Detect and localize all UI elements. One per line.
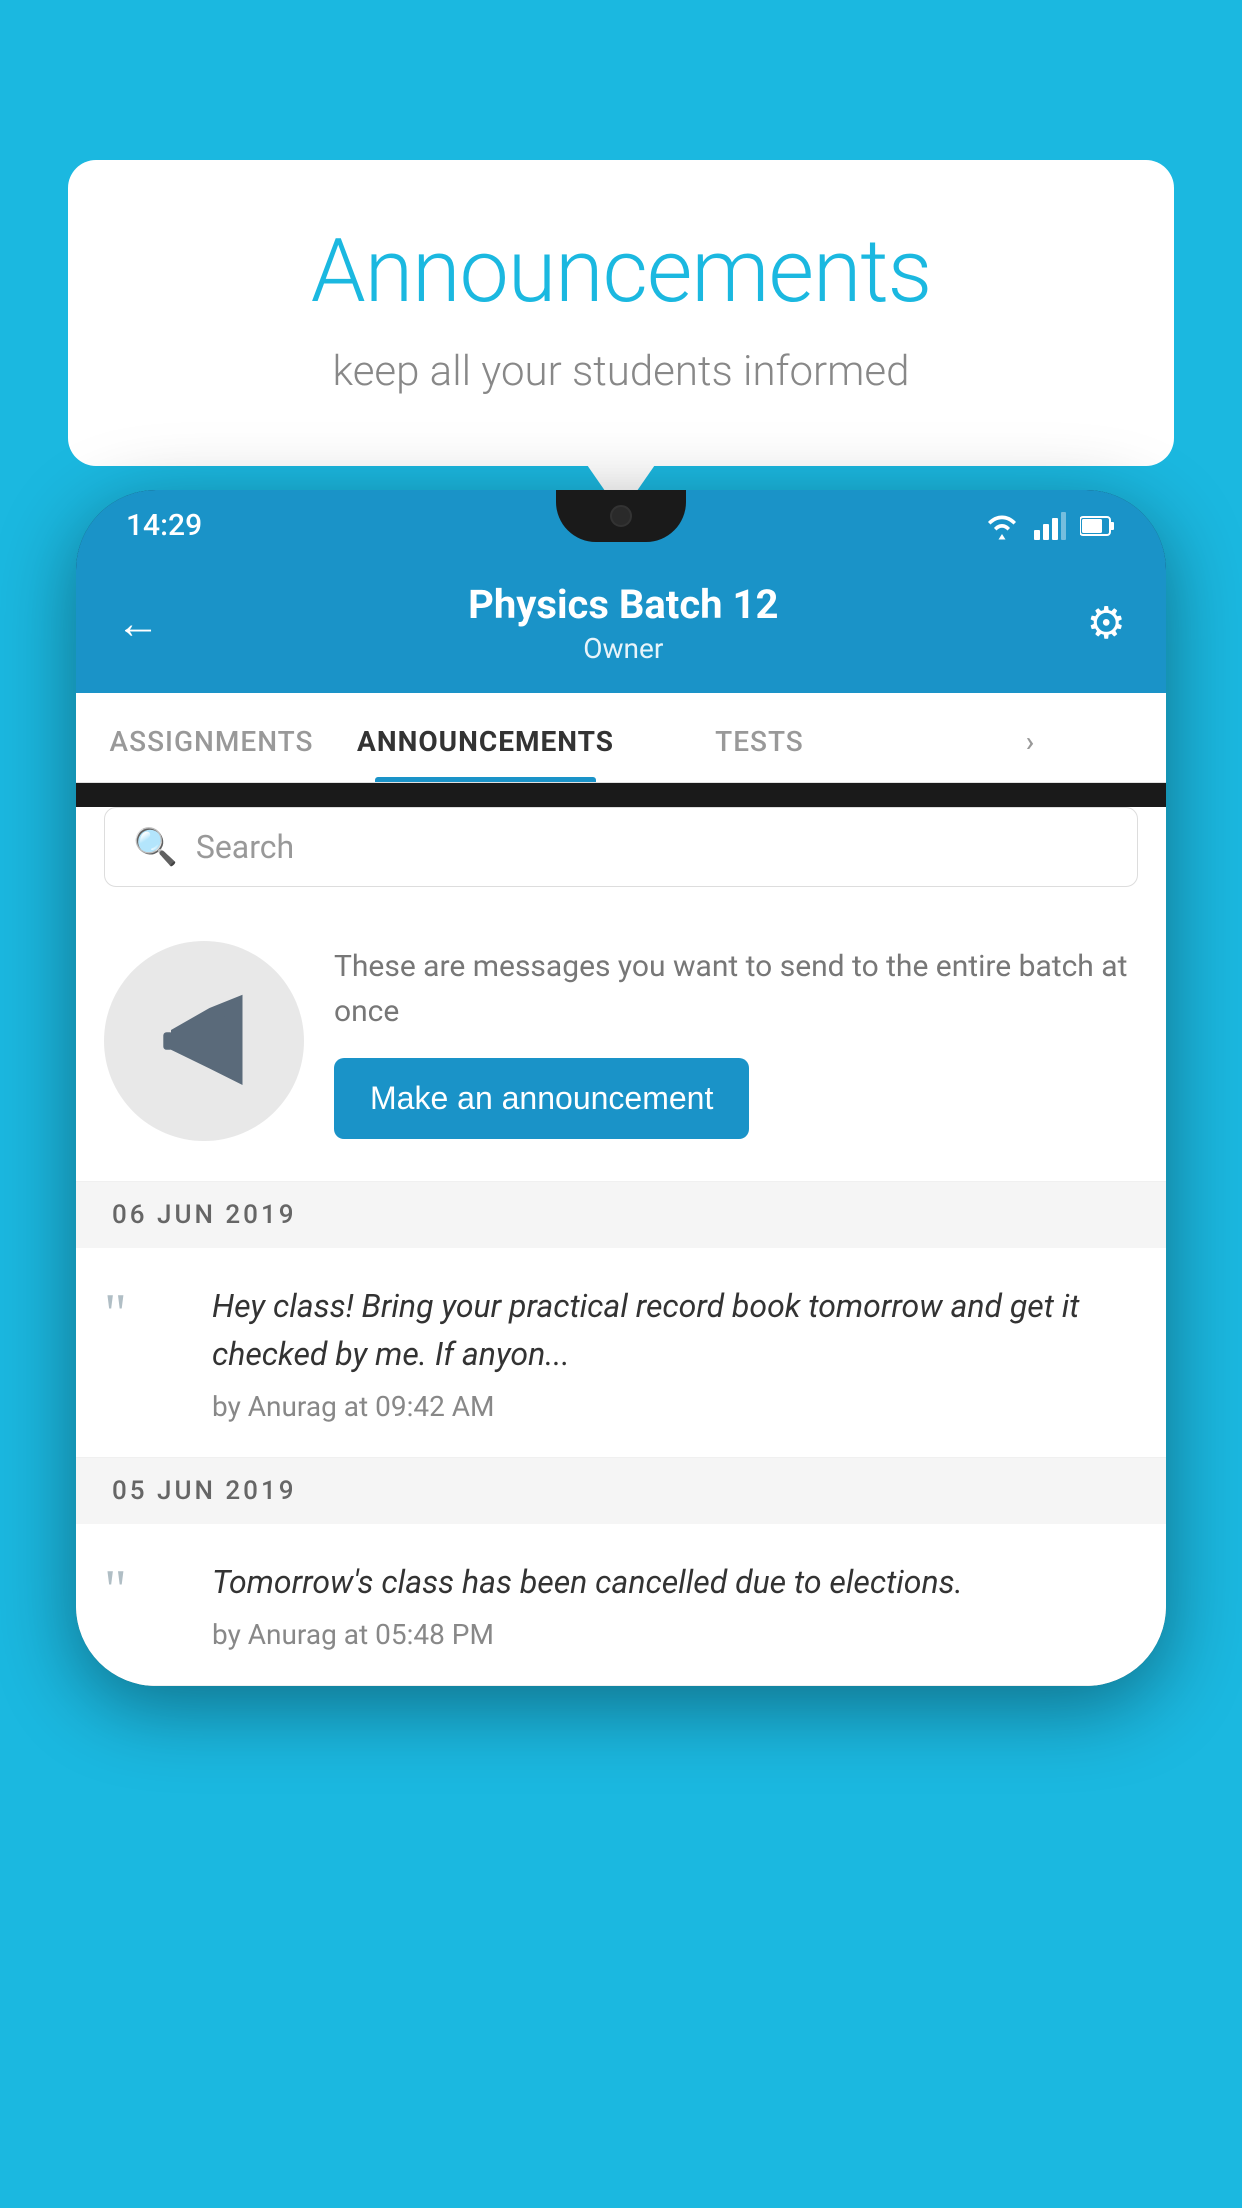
search-icon: 🔍 xyxy=(133,826,178,868)
tab-announcements[interactable]: ANNOUNCEMENTS xyxy=(347,693,624,782)
header-center: Physics Batch 12 Owner xyxy=(468,581,778,665)
speech-bubble-section: Announcements keep all your students inf… xyxy=(68,160,1174,466)
announcement-message-1: Hey class! Bring your practical record b… xyxy=(212,1282,1138,1378)
announcement-text-1: Hey class! Bring your practical record b… xyxy=(212,1282,1138,1423)
settings-button[interactable]: ⚙ xyxy=(1087,597,1126,649)
speech-bubble-subtitle: keep all your students informed xyxy=(148,347,1094,396)
screen-content: 🔍 Search These are mes xyxy=(76,807,1166,1686)
search-bar[interactable]: 🔍 Search xyxy=(104,807,1138,887)
announcement-message-2: Tomorrow's class has been cancelled due … xyxy=(212,1558,1138,1606)
tab-tests[interactable]: TESTS xyxy=(624,693,895,782)
camera-dot xyxy=(610,505,632,527)
phone-mockup: 14:29 ← Phys xyxy=(76,490,1166,1686)
quote-icon-container: " xyxy=(104,1282,184,1342)
date-divider-1: 06 JUN 2019 xyxy=(76,1182,1166,1248)
tab-assignments[interactable]: ASSIGNMENTS xyxy=(76,693,347,782)
announcement-promo: These are messages you want to send to t… xyxy=(76,911,1166,1182)
phone-notch xyxy=(556,490,686,542)
speech-bubble-title: Announcements xyxy=(148,220,1094,323)
promo-text: These are messages you want to send to t… xyxy=(334,944,1138,1139)
promo-description: These are messages you want to send to t… xyxy=(334,944,1138,1034)
date-divider-2: 05 JUN 2019 xyxy=(76,1458,1166,1524)
quote-icon-1: " xyxy=(104,1283,127,1345)
back-button[interactable]: ← xyxy=(116,597,160,649)
signal-icon xyxy=(1034,512,1066,540)
quote-icon-2: " xyxy=(104,1559,127,1621)
announcement-item-2[interactable]: " Tomorrow's class has been cancelled du… xyxy=(76,1524,1166,1686)
wifi-icon xyxy=(984,512,1020,540)
tab-more[interactable]: › xyxy=(895,693,1166,782)
status-icons xyxy=(984,512,1116,540)
announcement-author-2: by Anurag at 05:48 PM xyxy=(212,1618,1138,1651)
announcement-text-2: Tomorrow's class has been cancelled due … xyxy=(212,1558,1138,1651)
quote-icon-container-2: " xyxy=(104,1558,184,1618)
speech-bubble: Announcements keep all your students inf… xyxy=(68,160,1174,466)
promo-icon-circle xyxy=(104,941,304,1141)
batch-role: Owner xyxy=(468,632,778,665)
status-time: 14:29 xyxy=(126,508,202,543)
batch-title: Physics Batch 12 xyxy=(468,581,778,628)
tabs-bar: ASSIGNMENTS ANNOUNCEMENTS TESTS › xyxy=(76,693,1166,783)
battery-icon xyxy=(1080,515,1116,537)
app-header: ← Physics Batch 12 Owner ⚙ xyxy=(76,557,1166,693)
search-input[interactable]: Search xyxy=(196,828,294,866)
megaphone-icon xyxy=(149,986,259,1096)
make-announcement-button[interactable]: Make an announcement xyxy=(334,1058,749,1139)
announcement-author-1: by Anurag at 09:42 AM xyxy=(212,1390,1138,1423)
announcement-item-1[interactable]: " Hey class! Bring your practical record… xyxy=(76,1248,1166,1458)
